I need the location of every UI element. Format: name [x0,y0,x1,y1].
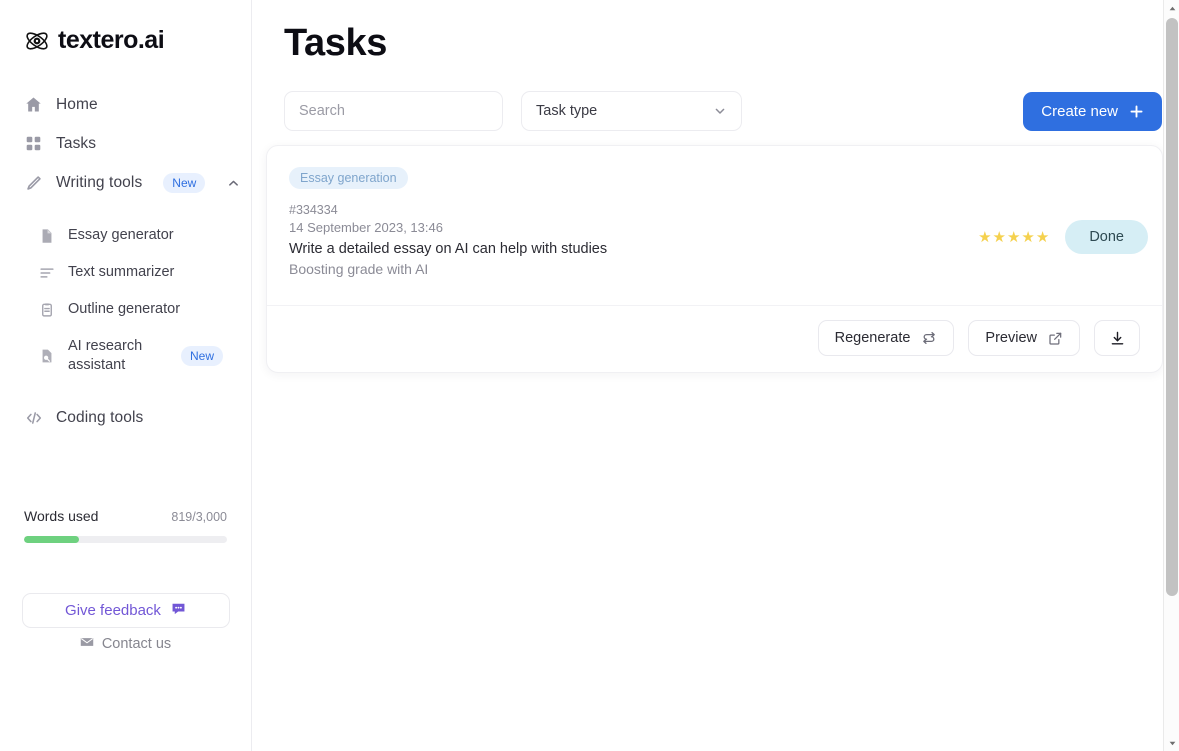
new-badge: New [163,173,205,193]
regenerate-button[interactable]: Regenerate [818,320,955,356]
task-type-tag: Essay generation [289,167,408,189]
create-new-button[interactable]: Create new [1023,92,1162,131]
sidebar-item-label: Text summarizer [68,263,174,282]
sidebar-item-label: Home [56,96,98,114]
task-card: Essay generation #334334 14 September 20… [266,145,1163,373]
rating-stars[interactable]: ★★★★★ [978,228,1049,246]
sidebar-item-text-summarizer[interactable]: Text summarizer [0,254,251,291]
lines-icon [38,264,55,281]
caret-up-icon[interactable] [1164,0,1179,16]
give-feedback-label: Give feedback [65,602,161,619]
task-status-row: ★★★★★ Done [978,220,1148,254]
sidebar-item-label: AI research assistant [68,337,160,375]
sidebar-item-essay-generator[interactable]: Essay generator [0,217,251,254]
grid-icon [24,134,43,153]
sidebar: textero.ai Home [0,0,252,751]
task-actions: Regenerate Preview [267,306,1162,372]
sidebar-item-label: Coding tools [56,409,143,427]
refresh-icon [921,330,937,346]
download-icon [1109,330,1126,347]
sidebar-item-outline-generator[interactable]: Outline generator [0,291,251,328]
new-badge: New [181,346,223,366]
status-badge: Done [1065,220,1148,254]
words-used-section: Words used 819/3,000 [24,508,227,543]
sidebar-item-coding-tools[interactable]: Coding tools [0,398,251,437]
preview-button[interactable]: Preview [968,320,1080,356]
sidebar-item-ai-research-assistant[interactable]: AI research assistant New [0,328,251,384]
task-subtitle: Boosting grade with AI [289,261,1140,277]
sidebar-nav: Home Tasks [0,85,251,437]
chevron-up-icon[interactable] [227,177,240,190]
task-id: #334334 [289,203,1140,217]
sidebar-item-label: Essay generator [68,226,174,245]
page-title: Tasks [252,0,1179,65]
home-icon [24,95,43,114]
search-field-wrapper[interactable] [284,91,503,131]
atom-icon [24,28,50,54]
regenerate-label: Regenerate [835,330,911,346]
plus-icon [1129,104,1144,119]
clipboard-icon [38,301,55,318]
chat-bubble-icon [170,600,187,622]
envelope-icon [80,635,94,653]
star-icon: ★ [1007,228,1020,246]
brand-name: textero.ai [58,26,164,55]
words-progress-fill [24,536,79,543]
external-link-icon [1048,331,1063,346]
words-used-label: Words used [24,508,98,524]
task-type-select[interactable]: Task type [521,91,742,131]
sidebar-item-home[interactable]: Home [0,85,251,124]
star-icon: ★ [1021,228,1034,246]
scrollbar-thumb[interactable] [1166,18,1178,596]
research-doc-icon [38,348,55,365]
words-progress-bar [24,536,227,543]
vertical-scrollbar[interactable] [1163,0,1179,751]
contact-us-label: Contact us [102,636,171,652]
sidebar-item-label: Writing tools [56,174,142,192]
give-feedback-button[interactable]: Give feedback [22,593,230,628]
chevron-down-icon [713,104,727,118]
preview-label: Preview [985,330,1037,346]
download-button[interactable] [1094,320,1140,356]
sidebar-item-writing-tools[interactable]: Writing tools New [0,163,251,203]
pencil-icon [24,174,43,193]
sidebar-item-label: Outline generator [68,300,180,319]
caret-down-icon[interactable] [1164,735,1179,751]
task-type-label: Task type [536,103,597,119]
search-input[interactable] [299,103,488,119]
contact-us-link[interactable]: Contact us [0,635,251,653]
document-icon [38,227,55,244]
main-content: Tasks Task type Create new [252,0,1179,751]
create-new-label: Create new [1041,103,1118,120]
star-icon: ★ [993,228,1006,246]
sidebar-item-tasks[interactable]: Tasks [0,124,251,163]
app-root: textero.ai Home [0,0,1179,751]
star-icon: ★ [1036,228,1049,246]
words-used-count: 819/3,000 [171,510,227,524]
star-icon: ★ [978,228,991,246]
brand-logo[interactable]: textero.ai [0,0,251,55]
code-icon [24,408,43,427]
sidebar-item-label: Tasks [56,135,96,153]
